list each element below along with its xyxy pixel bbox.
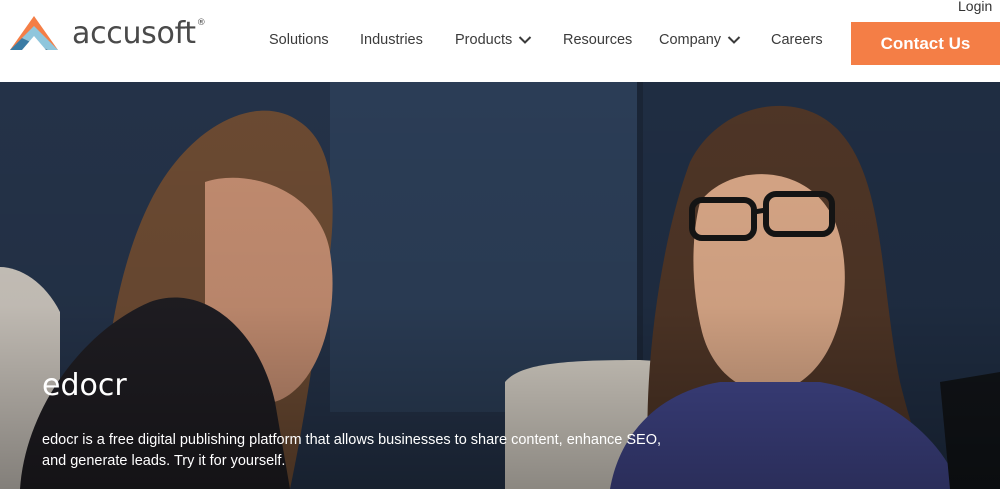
hero-title: edocr bbox=[42, 368, 127, 403]
accusoft-logo[interactable]: accusoft® bbox=[8, 14, 206, 54]
nav-item-company[interactable]: Company bbox=[659, 32, 741, 48]
nav-item-resources[interactable]: Resources bbox=[563, 32, 632, 48]
nav-item-label: Products bbox=[455, 32, 513, 48]
nav-item-careers[interactable]: Careers bbox=[771, 32, 823, 48]
logo-wordmark: accusoft® bbox=[72, 16, 206, 51]
hero-banner: edocr edocr is a free digital publishing… bbox=[0, 82, 1000, 489]
nav-item-label: Industries bbox=[360, 32, 423, 48]
nav-item-solutions[interactable]: Solutions bbox=[269, 32, 329, 48]
hero-description: edocr is a free digital publishing platf… bbox=[42, 432, 662, 469]
nav-item-label: Careers bbox=[771, 32, 823, 48]
chevron-down-icon bbox=[727, 36, 741, 44]
chevron-down-icon bbox=[519, 36, 532, 44]
nav-item-label: Resources bbox=[563, 32, 633, 48]
site-header: accusoft® Login Solutions Industries Pro… bbox=[0, 0, 1000, 82]
nav-item-products[interactable]: Products bbox=[455, 32, 532, 48]
hero-overlay bbox=[0, 82, 1000, 489]
accusoft-logo-icon bbox=[10, 16, 58, 50]
contact-us-button[interactable]: Contact Us bbox=[851, 22, 1000, 65]
nav-item-label: Solutions bbox=[269, 32, 329, 48]
nav-item-label: Company bbox=[659, 32, 722, 48]
nav-item-industries[interactable]: Industries bbox=[360, 32, 423, 48]
login-link[interactable]: Login bbox=[958, 0, 992, 14]
